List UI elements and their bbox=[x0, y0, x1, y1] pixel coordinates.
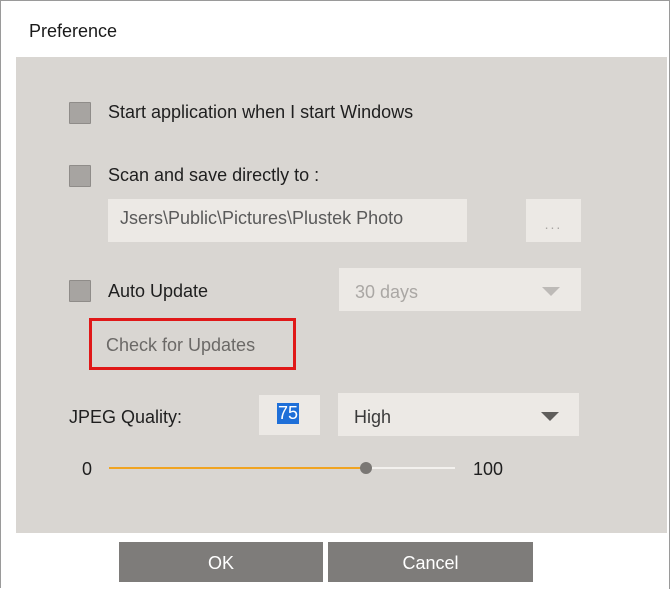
quality-slider-thumb[interactable] bbox=[360, 462, 372, 474]
auto-update-label[interactable]: Auto Update bbox=[108, 281, 208, 302]
chevron-down-icon bbox=[541, 412, 559, 421]
ok-button[interactable]: OK bbox=[119, 542, 323, 582]
browse-button[interactable]: ... bbox=[526, 199, 581, 242]
jpeg-quality-value: 75 bbox=[277, 403, 300, 424]
update-interval-select[interactable]: 30 days bbox=[339, 268, 581, 311]
quality-slider-filled-track[interactable] bbox=[109, 467, 365, 469]
preference-dialog: Preference Start application when I star… bbox=[0, 0, 671, 589]
quality-preset-select[interactable]: High bbox=[338, 393, 579, 436]
slider-min-label: 0 bbox=[82, 459, 93, 479]
cancel-button[interactable]: Cancel bbox=[328, 542, 533, 582]
auto-update-checkbox[interactable] bbox=[69, 280, 91, 302]
dialog-title: Preference bbox=[29, 21, 118, 41]
slider-max-label: 100 bbox=[473, 459, 504, 479]
check-for-updates-label: Check for Updates bbox=[106, 335, 256, 355]
jpeg-quality-input[interactable]: 75 bbox=[259, 395, 320, 435]
scan-save-checkbox[interactable] bbox=[69, 165, 91, 187]
jpeg-quality-label: JPEG Quality: bbox=[69, 407, 183, 427]
check-for-updates-button[interactable]: Check for Updates bbox=[89, 318, 296, 370]
save-path-field[interactable]: Jsers\Public\Pictures\Plustek Photo bbox=[108, 199, 467, 242]
window-border bbox=[669, 1, 670, 589]
chevron-down-icon bbox=[542, 287, 560, 296]
quality-preset-value: High bbox=[354, 407, 392, 427]
title-bar: Preference bbox=[1, 1, 671, 57]
update-interval-value: 30 days bbox=[355, 282, 419, 302]
start-app-label[interactable]: Start application when I start Windows bbox=[108, 102, 413, 123]
scan-save-label[interactable]: Scan and save directly to : bbox=[108, 165, 319, 186]
start-app-checkbox[interactable] bbox=[69, 102, 91, 124]
quality-slider-track[interactable] bbox=[365, 467, 455, 469]
